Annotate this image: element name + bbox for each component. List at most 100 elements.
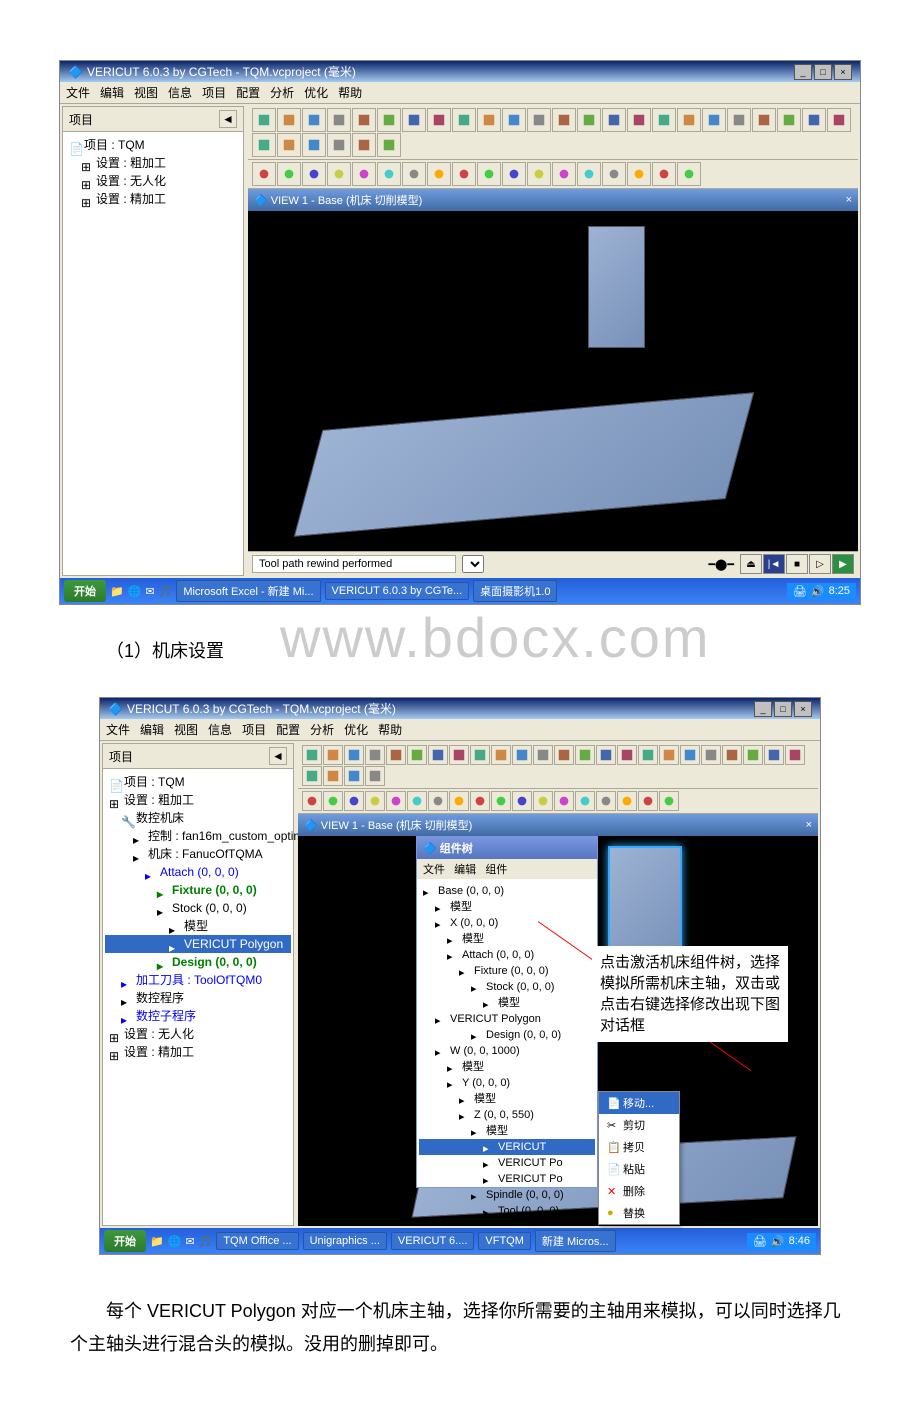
tree-node[interactable]: ▸VERICUT Po [419,1171,595,1187]
toolbar-button[interactable] [365,745,385,765]
toolbar-button[interactable] [727,108,751,132]
toolbar-button[interactable] [277,162,301,186]
tree-node[interactable]: ▸模型 [419,931,595,947]
tree-node[interactable]: ▸Z (0, 0, 550) [419,1107,595,1123]
tree-node[interactable]: ⊞设置 : 粗加工 [105,791,291,809]
toolbar-button[interactable] [777,108,801,132]
stop-button[interactable]: ■ [786,554,808,574]
toolbar-button[interactable] [743,745,763,765]
toolbar-button[interactable] [377,162,401,186]
toolbar-button[interactable] [827,108,851,132]
skip-back-button[interactable]: |◄ [763,554,785,574]
toolbar-button[interactable] [677,108,701,132]
menu-help[interactable]: 帮助 [338,84,362,101]
menu-project[interactable]: 项目 [242,721,266,738]
menu-help[interactable]: 帮助 [378,721,402,738]
toolbar-button[interactable] [323,766,343,786]
tree-node[interactable]: 📄项目 : TQM [105,773,291,791]
tree-node[interactable]: ▸Attach (0, 0, 0) [105,863,291,881]
tree-node[interactable]: ▸Y (0, 0, 0) [419,1075,595,1091]
toolbar-button[interactable] [659,745,679,765]
toolbar-button[interactable] [680,745,700,765]
toolbar-button[interactable] [402,108,426,132]
tree-node[interactable]: ▸Attach (0, 0, 0) [419,947,595,963]
tree-node[interactable]: ▸VERICUT Polygon [105,935,291,953]
view-close-icon[interactable]: × [846,194,852,206]
menu-view[interactable]: 视图 [174,721,198,738]
taskbar-item[interactable]: 桌面摄影机1.0 [473,580,557,602]
toolbar-button[interactable] [344,766,364,786]
toolbar-button[interactable] [386,791,406,811]
toolbar-button[interactable] [302,133,326,157]
collapse-icon[interactable]: ◄ [269,747,287,765]
toolbar-button[interactable] [785,745,805,765]
taskbar-item[interactable]: VERICUT 6.... [391,1232,474,1250]
taskbar-item[interactable]: Unigraphics ... [303,1232,387,1250]
toolbar-button[interactable] [502,108,526,132]
menu-config[interactable]: 配置 [276,721,300,738]
toolbar-button[interactable] [449,745,469,765]
menu-analysis[interactable]: 分析 [270,84,294,101]
menu-analysis[interactable]: 分析 [310,721,334,738]
menu-file[interactable]: 文件 [106,721,130,738]
toolbar-button[interactable] [659,791,679,811]
toolbar-button[interactable] [627,162,651,186]
menu-view[interactable]: 视图 [134,84,158,101]
toolbar-button[interactable] [602,108,626,132]
tree-node[interactable]: ▸模型 [419,1123,595,1139]
toolbar-button[interactable] [617,791,637,811]
toolbar-button[interactable] [377,133,401,157]
toolbar-button[interactable] [377,108,401,132]
maximize-button[interactable]: □ [814,64,832,80]
tree-node[interactable]: ⊞设置 : 精加工 [105,1043,291,1061]
tree-node[interactable]: ▸VERICUT [419,1139,595,1155]
tree-node[interactable]: ▸Base (0, 0, 0) [419,883,595,899]
toolbar-button[interactable] [252,108,276,132]
menu-config[interactable]: 配置 [236,84,260,101]
toolbar-button[interactable] [428,745,448,765]
minimize-button[interactable]: _ [754,701,772,717]
toolbar-button[interactable] [302,162,326,186]
toolbar-button[interactable] [575,745,595,765]
collapse-icon[interactable]: ◄ [219,110,237,128]
toolbar-button[interactable] [427,108,451,132]
taskbar-item[interactable]: Microsoft Excel - 新建 Mi... [176,580,320,602]
toolbar-button[interactable] [702,108,726,132]
menu-project[interactable]: 项目 [202,84,226,101]
tree-node[interactable]: ▸W (0, 0, 1000) [419,1043,595,1059]
toolbar-button[interactable] [252,133,276,157]
tree-node[interactable]: ⊞设置 : 无人化 [65,172,241,190]
context-menu[interactable]: 📄移动... ✂剪切 📋拷贝 📄粘贴 ✕删除 ●替换 [598,1091,680,1225]
tree-node[interactable]: ▸Design (0, 0, 0) [105,953,291,971]
toolbar-button[interactable] [617,745,637,765]
tree-node[interactable]: ▸模型 [419,1059,595,1075]
taskbar-item[interactable]: VFTQM [478,1232,531,1250]
toolbar-button[interactable] [427,162,451,186]
tree-node[interactable]: ▸Design (0, 0, 0) [419,1027,595,1043]
toolbar-button[interactable] [452,108,476,132]
toolbar-button[interactable] [302,766,322,786]
menu-file[interactable]: 文件 [66,84,90,101]
tree-node[interactable]: ▸模型 [419,899,595,915]
toolbar-button[interactable] [344,745,364,765]
tree-node[interactable]: ▸模型 [419,995,595,1011]
toolbar-button[interactable] [677,162,701,186]
toolbar-button[interactable] [491,745,511,765]
toolbar-button[interactable] [491,791,511,811]
toolbar-button[interactable] [327,108,351,132]
toolbar-button[interactable] [596,791,616,811]
toolbar-button[interactable] [323,791,343,811]
tree-node[interactable]: ▸Tool (0, 0, 0) [419,1203,595,1219]
system-tray[interactable]: 🖨🔊 8:46 [747,1233,816,1250]
toolbar-button[interactable] [638,791,658,811]
toolbar-button[interactable] [352,162,376,186]
toolbar-button[interactable] [577,108,601,132]
toolbar-button[interactable] [512,791,532,811]
maximize-button[interactable]: □ [774,701,792,717]
toolbar-button[interactable] [752,108,776,132]
start-button[interactable]: 开始 [104,1230,146,1252]
toolbar-button[interactable] [722,745,742,765]
toolbar-button[interactable] [502,162,526,186]
step-button[interactable]: ▷ [809,554,831,574]
toolbar-button[interactable] [652,162,676,186]
